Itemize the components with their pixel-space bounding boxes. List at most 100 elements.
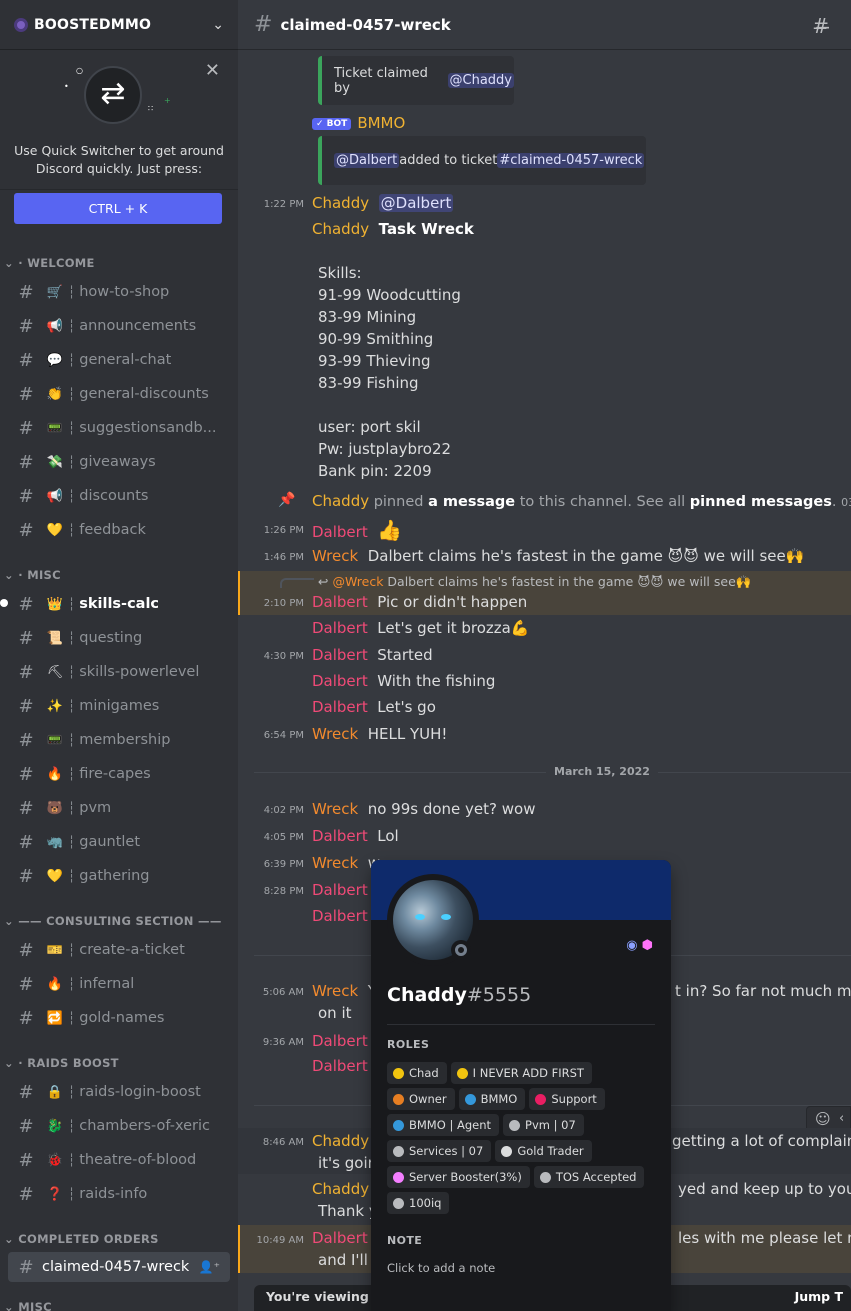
- message: Dalbert Let's go: [312, 698, 436, 716]
- category-completed-orders[interactable]: ⌄ COMPLETED ORDERS: [4, 1232, 159, 1246]
- sidebar-item-theatre-of-blood[interactable]: # 🐞 ┆ theatre-of-blood: [8, 1145, 230, 1175]
- author-name[interactable]: Wreck: [312, 547, 358, 565]
- sidebar-item-how-to-shop[interactable]: # 🛒 ┆ how-to-shop: [8, 277, 230, 307]
- threads-icon[interactable]: #̶: [812, 14, 829, 38]
- pinned-message-link[interactable]: a message: [428, 494, 515, 510]
- user-mention[interactable]: @Dalbert: [378, 194, 454, 212]
- author-name[interactable]: Dalbert: [312, 1032, 368, 1050]
- author-name[interactable]: Dalbert: [312, 907, 368, 925]
- sidebar-item-skills-calc[interactable]: # 👑 ┆ skills-calc: [0, 589, 230, 619]
- sidebar-item-giveaways[interactable]: # 💸 ┆ giveaways: [8, 447, 230, 477]
- sidebar-item-membership[interactable]: # 📟 ┆ membership: [8, 725, 230, 755]
- message-text: 👍: [377, 518, 403, 542]
- sidebar-item-raids-login-boost[interactable]: # 🔒 ┆ raids-login-boost: [8, 1077, 230, 1107]
- sidebar-item-create-a-ticket[interactable]: # 🎫 ┆ create-a-ticket: [8, 935, 230, 965]
- category-raids-boost[interactable]: ⌄ · RAIDS BOOST: [4, 1056, 119, 1070]
- channel-emoji-icon: 🔥: [46, 766, 64, 782]
- role-pill[interactable]: I NEVER ADD FIRST: [450, 1062, 592, 1084]
- hypesquad-badge-icon[interactable]: ◉: [626, 938, 637, 953]
- author-name[interactable]: Dalbert: [312, 1229, 368, 1247]
- channel-emoji-icon: 📢: [46, 318, 64, 334]
- pinned-messages-link[interactable]: pinned messages: [690, 494, 832, 510]
- sidebar-item-infernal[interactable]: # 🔥 ┆ infernal: [8, 969, 230, 999]
- author-name[interactable]: Chaddy: [312, 194, 369, 212]
- roles-list: Chad I NEVER ADD FIRST Owner BMMO Support BMM…: [387, 1062, 659, 1214]
- sidebar-item-general-discounts[interactable]: # 👏 ┆ general-discounts: [8, 379, 230, 409]
- role-pill[interactable]: Pvm | 07: [503, 1114, 584, 1136]
- sidebar-item-chambers-of-xeric[interactable]: # 🐉 ┆ chambers-of-xeric: [8, 1111, 230, 1141]
- message: Dalbert Lol: [312, 827, 399, 845]
- close-icon[interactable]: ✕: [205, 60, 220, 81]
- note-input[interactable]: Click to add a note: [387, 1261, 495, 1275]
- author-name[interactable]: Chaddy: [312, 1180, 369, 1198]
- hash-icon: #: [18, 281, 34, 303]
- channel-mention[interactable]: #claimed-0457-wreck: [497, 153, 645, 168]
- author-name[interactable]: Wreck: [312, 854, 358, 872]
- timestamp: 9:36 AM: [262, 1037, 304, 1048]
- reply-icon[interactable]: ‹: [839, 1111, 844, 1126]
- quick-switcher-text: Use Quick Switcher to get around Discord…: [14, 143, 224, 176]
- sidebar-item-claimed-0457-wreck[interactable]: # claimed-0457-wreck 👤⁺: [8, 1252, 230, 1282]
- sidebar-item-general-chat[interactable]: # 💬 ┆ general-chat: [8, 345, 230, 375]
- sidebar-item-pvm[interactable]: # 🐻 ┆ pvm: [8, 793, 230, 823]
- category-misc-2[interactable]: ⌄ MISC: [4, 1300, 52, 1311]
- channel-name: skills-calc: [79, 596, 160, 612]
- category-misc[interactable]: ⌄ · MISC: [4, 568, 61, 582]
- author-name[interactable]: Dalbert: [312, 672, 368, 690]
- sidebar-item-questing[interactable]: # 📜 ┆ questing: [8, 623, 230, 653]
- author-name[interactable]: Wreck: [312, 725, 358, 743]
- message-text: Let's get it brozza💪: [377, 619, 530, 637]
- author-name[interactable]: Wreck: [312, 800, 358, 818]
- role-pill[interactable]: 100iq: [387, 1192, 450, 1214]
- role-pill[interactable]: Chad: [387, 1062, 447, 1084]
- sidebar-item-gathering[interactable]: # 💛 ┆ gathering: [8, 861, 230, 891]
- sidebar-item-minigames[interactable]: # ✨ ┆ minigames: [8, 691, 230, 721]
- author-name[interactable]: Dalbert: [312, 827, 368, 845]
- sidebar-item-announcements[interactable]: # 📢 ┆ announcements: [8, 311, 230, 341]
- role-pill[interactable]: Services | 07: [387, 1140, 492, 1162]
- add-reaction-icon[interactable]: ☺: [815, 1110, 831, 1128]
- sidebar-item-gold-names[interactable]: # 🔁 ┆ gold-names: [8, 1003, 230, 1033]
- add-user-icon[interactable]: 👤⁺: [199, 1260, 220, 1274]
- category-consulting[interactable]: ⌄ —— CONSULTING SECTION ——: [4, 914, 222, 928]
- role-pill[interactable]: TOS Accepted: [533, 1166, 645, 1188]
- role-pill[interactable]: Support: [529, 1088, 605, 1110]
- hash-icon: #: [18, 383, 34, 405]
- role-pill[interactable]: BMMO | Agent: [387, 1114, 500, 1136]
- sidebar-item-raids-info[interactable]: # ❓ ┆ raids-info: [8, 1179, 230, 1209]
- author-name[interactable]: Chaddy: [312, 220, 369, 238]
- author-name[interactable]: BMMO: [357, 114, 405, 132]
- jump-to-present-button[interactable]: Jump T: [795, 1285, 843, 1309]
- author-name[interactable]: Dalbert: [312, 619, 368, 637]
- author-name[interactable]: Wreck: [312, 982, 358, 1000]
- channel-separator: ┆: [68, 523, 76, 537]
- reply-preview[interactable]: ↩ @Wreck Dalbert claims he's fastest in …: [318, 574, 751, 590]
- quick-switcher-button[interactable]: CTRL + K: [14, 193, 222, 224]
- role-pill[interactable]: Server Booster(3%): [387, 1166, 530, 1188]
- hash-icon: #: [18, 831, 34, 853]
- role-pill[interactable]: BMMO: [458, 1088, 526, 1110]
- sidebar-item-discounts[interactable]: # 📢 ┆ discounts: [8, 481, 230, 511]
- nitro-boost-badge-icon[interactable]: ⬢: [642, 938, 653, 953]
- author-name[interactable]: Dalbert: [312, 698, 368, 716]
- author-name[interactable]: Dalbert: [312, 646, 368, 664]
- author-name[interactable]: Chaddy: [312, 1132, 369, 1150]
- author-name[interactable]: Dalbert: [312, 1057, 368, 1075]
- author-name[interactable]: Dalbert: [312, 881, 368, 899]
- channel-emoji-icon: 👑: [46, 596, 64, 612]
- timestamp: 8:46 AM: [262, 1137, 304, 1148]
- user-mention[interactable]: @Chaddy: [447, 73, 514, 88]
- role-pill[interactable]: Owner: [387, 1088, 455, 1110]
- author-name[interactable]: Chaddy: [312, 492, 369, 510]
- sidebar-item-skills-powerlevel[interactable]: # ⛏ ┆ skills-powerlevel: [8, 657, 230, 687]
- author-name[interactable]: Dalbert: [312, 593, 368, 611]
- reply-author[interactable]: @Wreck: [332, 574, 383, 589]
- author-name[interactable]: Dalbert: [312, 523, 368, 541]
- sidebar-item-gauntlet[interactable]: # 🦏 ┆ gauntlet: [8, 827, 230, 857]
- sidebar-item-fire-capes[interactable]: # 🔥 ┆ fire-capes: [8, 759, 230, 789]
- sidebar-item-suggestionsandb[interactable]: # 📟 ┆ suggestionsandb...: [8, 413, 230, 443]
- user-mention[interactable]: @Dalbert: [334, 153, 400, 168]
- role-pill[interactable]: Gold Trader: [495, 1140, 592, 1162]
- sidebar-item-feedback[interactable]: # 💛 ┆ feedback: [8, 515, 230, 545]
- category-welcome[interactable]: ⌄ · WELCOME: [4, 256, 95, 270]
